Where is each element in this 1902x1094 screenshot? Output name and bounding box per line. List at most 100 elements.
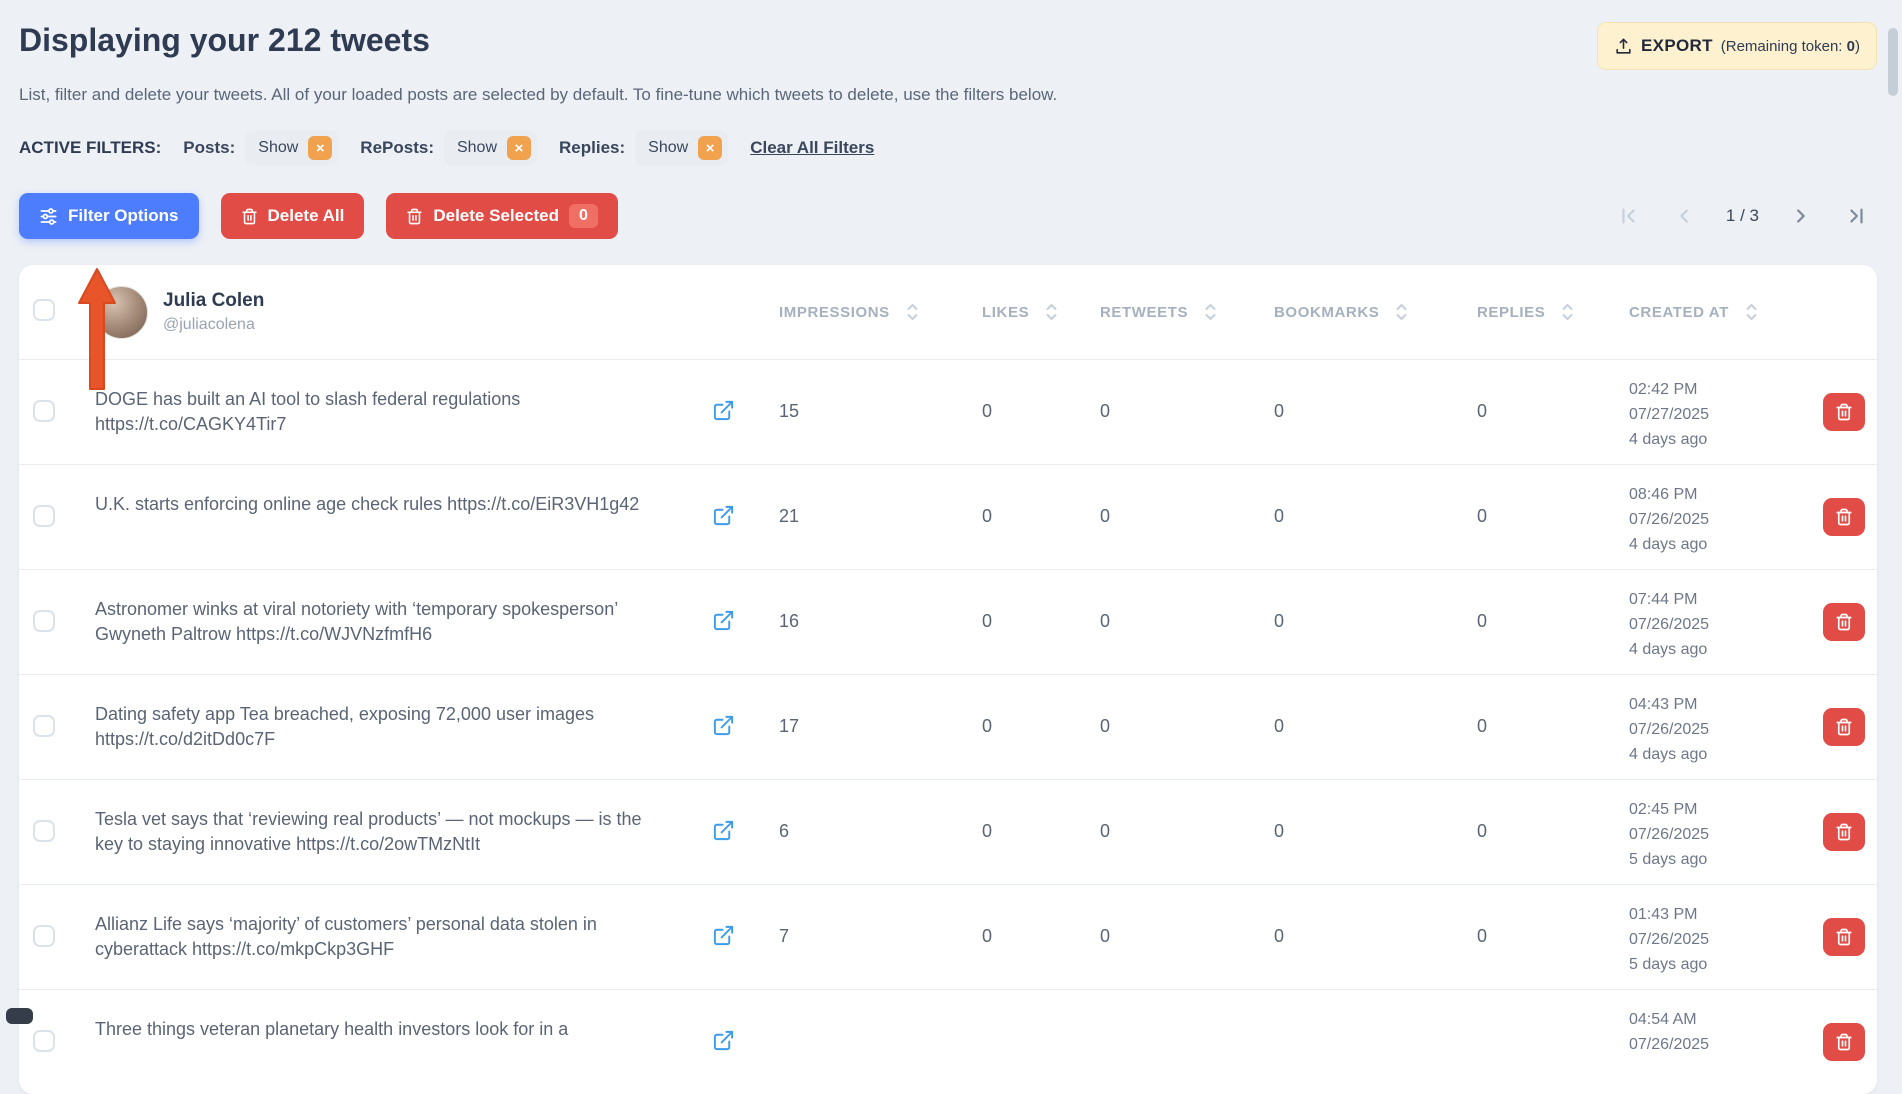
selected-count-badge: 0 [569, 204, 598, 228]
column-header-retweets[interactable]: RETWEETS [1080, 302, 1254, 322]
x-icon: × [315, 139, 325, 157]
row-checkbox[interactable] [33, 610, 55, 632]
external-link-icon[interactable] [706, 1017, 741, 1053]
trash-icon [1836, 718, 1852, 736]
filter-replies-label: Replies: [559, 138, 626, 157]
pagination: 1 / 3 [1614, 201, 1871, 231]
chevron-left-icon [1680, 209, 1688, 223]
filter-replies-remove-button[interactable]: × [698, 136, 723, 160]
tweet-text: Tesla vet says that ‘reviewing real prod… [95, 809, 642, 854]
last-page-button[interactable] [1841, 201, 1871, 231]
column-header-likes[interactable]: LIKES [962, 302, 1080, 322]
delete-row-button[interactable] [1823, 498, 1865, 536]
page-title: Displaying your 212 tweets [19, 20, 430, 60]
scrollbar-thumb[interactable] [1888, 28, 1898, 96]
filter-options-button[interactable]: Filter Options [19, 193, 199, 239]
select-all-checkbox[interactable] [33, 298, 55, 321]
avatar [95, 285, 148, 339]
likes-value: 0 [982, 506, 993, 526]
replies-value: 0 [1477, 611, 1488, 631]
replies-value [1457, 990, 1609, 1094]
created-at-cell: 01:43 PM 07/26/2025 5 days ago [1609, 885, 1813, 989]
table-header: Julia Colen @juliacolena IMPRESSIONS LIK… [19, 265, 1877, 359]
delete-row-button[interactable] [1823, 918, 1865, 956]
created-time: 01:43 PM [1629, 906, 1698, 923]
next-page-button[interactable] [1785, 201, 1815, 231]
tweets-table: Julia Colen @juliacolena IMPRESSIONS LIK… [19, 265, 1877, 1094]
external-link-icon[interactable] [706, 702, 741, 738]
bookmarks-value: 0 [1274, 401, 1285, 421]
external-link-icon[interactable] [706, 387, 741, 423]
delete-row-button[interactable] [1823, 708, 1865, 746]
bookmarks-value: 0 [1274, 716, 1285, 736]
bottom-left-widget-sliver[interactable] [6, 1008, 33, 1024]
delete-all-button[interactable]: Delete All [220, 193, 365, 239]
external-link-icon[interactable] [706, 492, 741, 528]
created-date: 07/26/2025 [1629, 826, 1710, 843]
page-title-prefix: Displaying your [19, 22, 260, 58]
bookmarks-value: 0 [1274, 611, 1285, 631]
created-date: 07/27/2025 [1629, 406, 1710, 423]
created-time: 04:54 AM [1629, 1011, 1697, 1028]
export-label: EXPORT [1641, 36, 1713, 55]
token-count: 0 [1846, 37, 1855, 55]
column-header-bookmarks[interactable]: BOOKMARKS [1254, 302, 1457, 322]
table-row: DOGE has built an AI tool to slash feder… [19, 359, 1877, 464]
sort-icon [1746, 304, 1757, 320]
filter-posts-remove-button[interactable]: × [308, 136, 333, 160]
created-time: 07:44 PM [1629, 591, 1698, 608]
user-name: Julia Colen [163, 290, 265, 311]
retweets-value: 0 [1100, 506, 1111, 526]
tweet-text: DOGE has built an AI tool to slash feder… [95, 389, 521, 434]
table-row: Three things veteran planetary health in… [19, 989, 1877, 1094]
bookmarks-value: 0 [1274, 926, 1285, 946]
bookmarks-value: 0 [1274, 506, 1285, 526]
delete-row-button[interactable] [1823, 813, 1865, 851]
row-checkbox[interactable] [33, 820, 55, 842]
created-ago: 4 days ago [1629, 746, 1708, 763]
previous-page-button[interactable] [1670, 201, 1700, 231]
filter-reposts-label: RePosts: [360, 138, 434, 157]
delete-row-button[interactable] [1823, 393, 1865, 431]
external-link-icon[interactable] [706, 597, 741, 633]
delete-selected-label: Delete Selected [433, 206, 560, 225]
external-link-icon[interactable] [706, 807, 741, 843]
impressions-value: 17 [779, 716, 800, 736]
created-date: 07/26/2025 [1629, 721, 1710, 738]
table-row: Dating safety app Tea breached, exposing… [19, 674, 1877, 779]
sort-icon [1562, 304, 1573, 320]
trash-icon [1836, 508, 1852, 526]
row-checkbox[interactable] [33, 505, 55, 527]
first-page-button[interactable] [1614, 201, 1644, 231]
row-checkbox[interactable] [33, 715, 55, 737]
delete-selected-button[interactable]: Delete Selected 0 [386, 193, 618, 239]
clear-all-filters-link[interactable]: Clear All Filters [750, 138, 874, 158]
delete-row-button[interactable] [1823, 603, 1865, 641]
replies-value: 0 [1477, 926, 1488, 946]
trash-icon [241, 208, 258, 225]
export-button[interactable]: EXPORT (Remaining token: 0) [1597, 22, 1877, 70]
created-at-cell: 04:43 PM 07/26/2025 4 days ago [1609, 675, 1813, 779]
column-header-replies[interactable]: REPLIES [1457, 302, 1609, 322]
trash-icon [1836, 823, 1852, 841]
filter-reposts-chip: Show × [443, 131, 538, 165]
table-row: Astronomer winks at viral notoriety with… [19, 569, 1877, 674]
table-row: Tesla vet says that ‘reviewing real prod… [19, 779, 1877, 884]
replies-value: 0 [1477, 821, 1488, 841]
row-checkbox[interactable] [33, 925, 55, 947]
tweet-text: Astronomer winks at viral notoriety with… [95, 599, 618, 644]
column-header-created-at[interactable]: CREATED AT [1609, 302, 1813, 322]
row-checkbox[interactable] [33, 400, 55, 422]
first-page-icon [1622, 208, 1635, 224]
row-checkbox[interactable] [33, 1030, 55, 1052]
filter-reposts-remove-button[interactable]: × [507, 136, 532, 160]
column-header-impressions[interactable]: IMPRESSIONS [759, 302, 962, 322]
filter-replies: Replies: Show × [559, 131, 729, 165]
trash-icon [1836, 1033, 1852, 1051]
created-at-cell: 02:42 PM 07/27/2025 4 days ago [1609, 360, 1813, 464]
delete-row-button[interactable] [1823, 1023, 1865, 1061]
external-link-icon[interactable] [706, 912, 741, 948]
created-at-cell: 04:54 AM 07/26/2025 [1609, 990, 1813, 1094]
filter-posts-chip: Show × [245, 131, 339, 165]
created-time: 02:42 PM [1629, 381, 1698, 398]
